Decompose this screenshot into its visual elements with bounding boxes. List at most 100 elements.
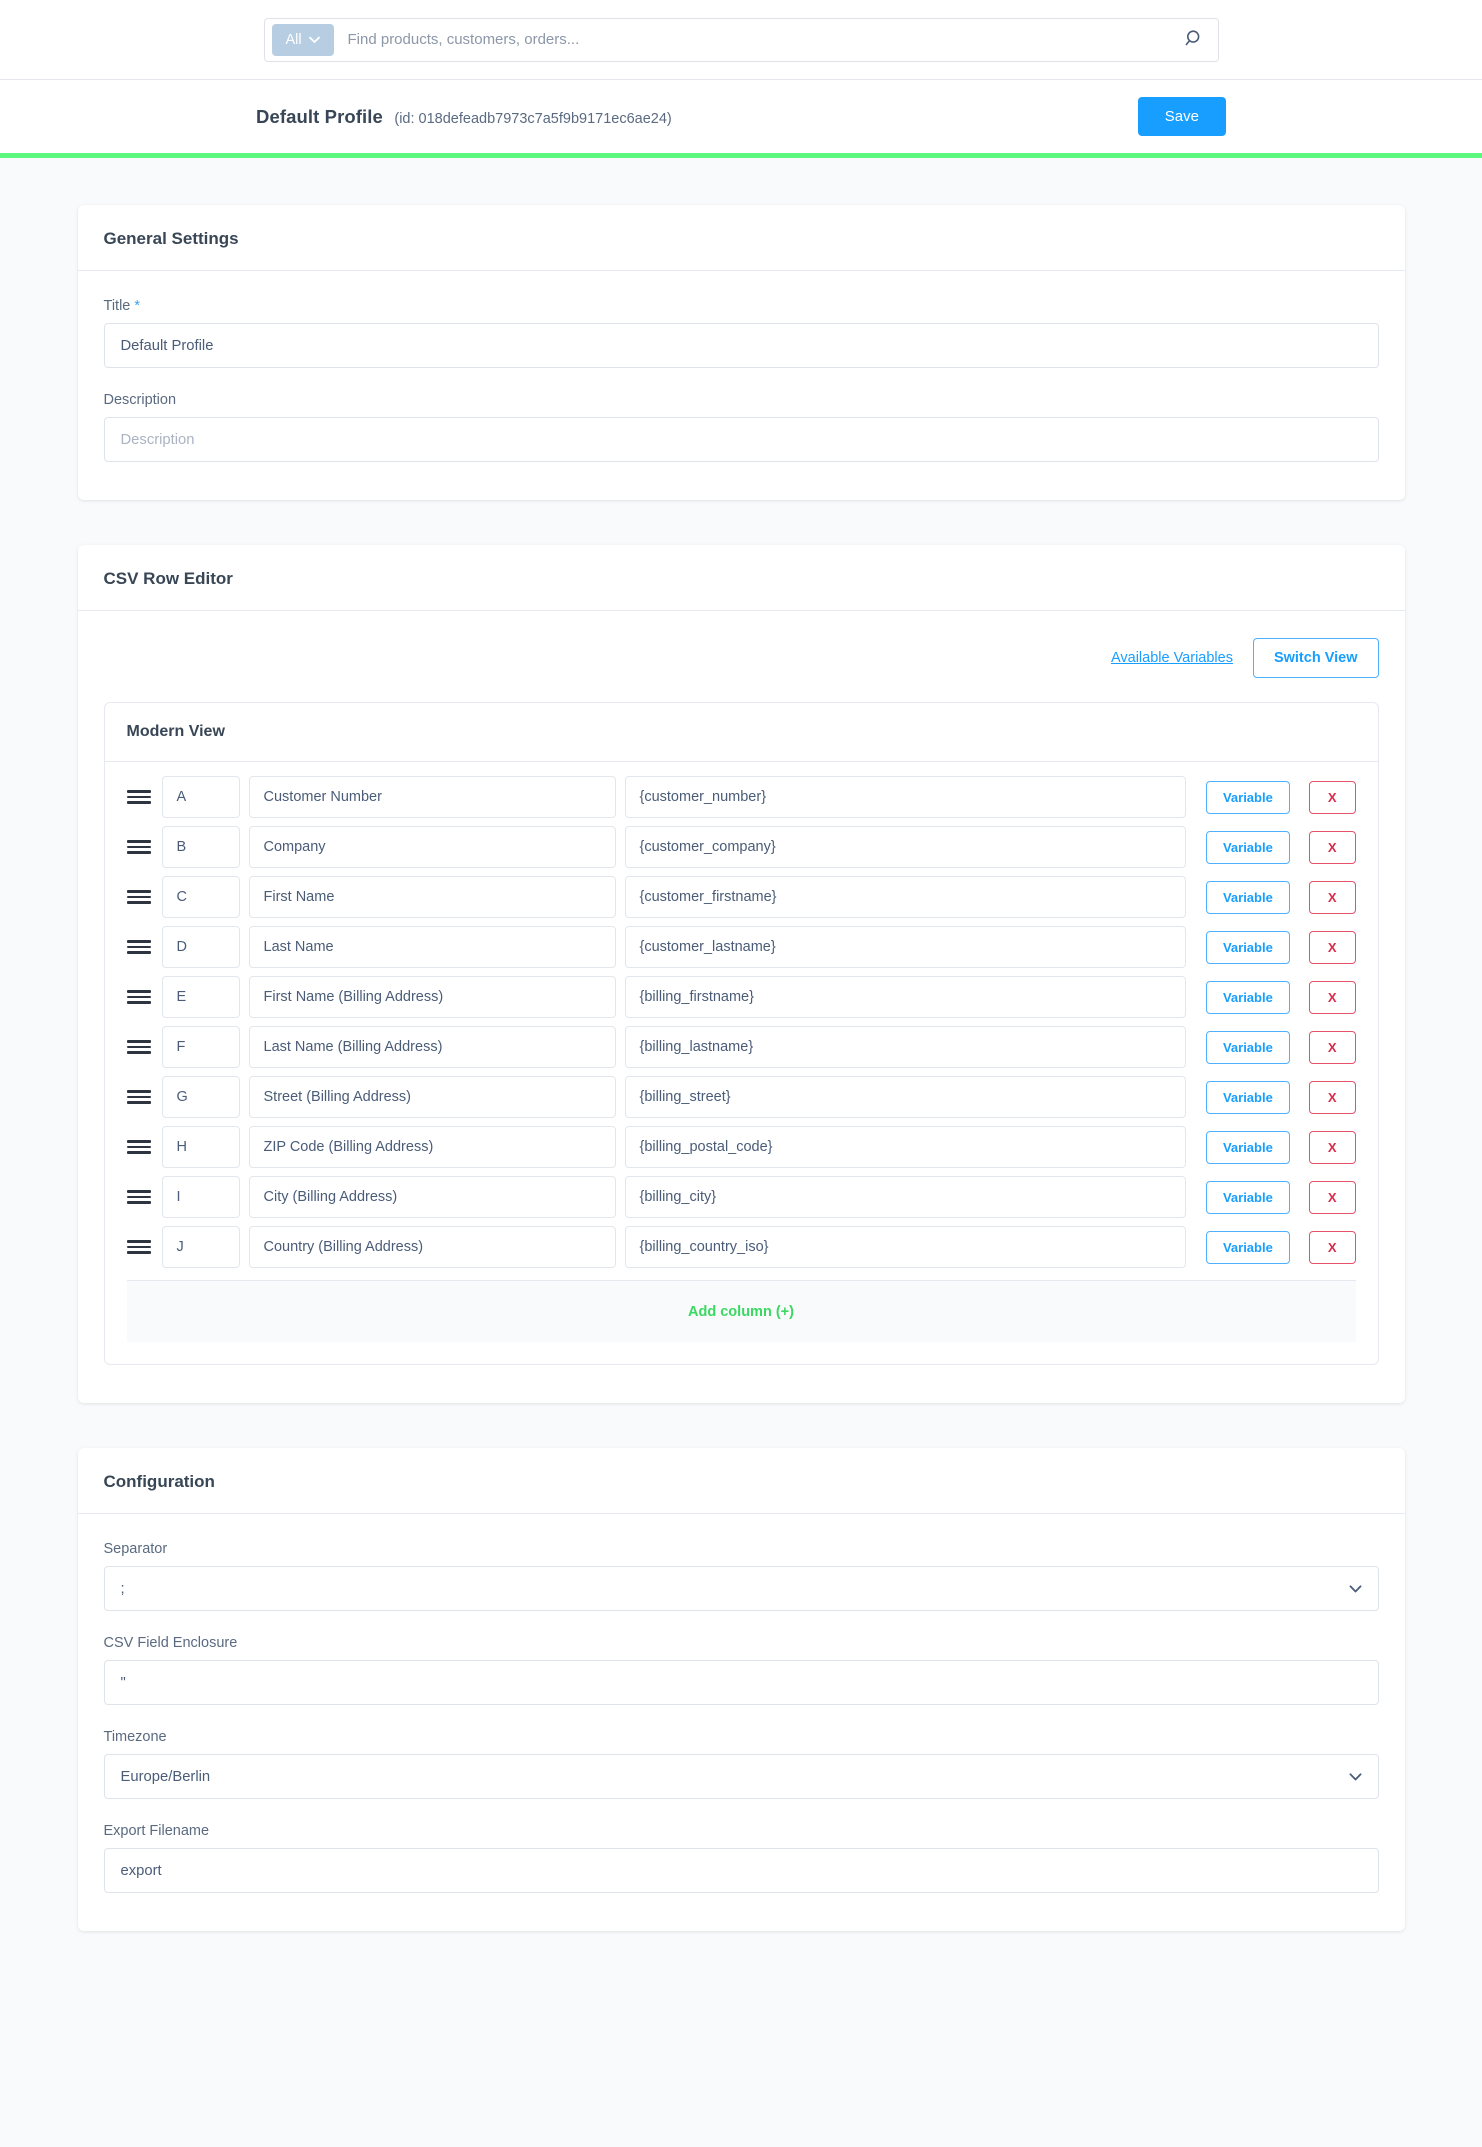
drag-handle-icon[interactable] <box>126 890 153 904</box>
remove-row-button[interactable]: X <box>1308 930 1356 964</box>
csv-column-variable-input[interactable]: {billing_lastname} <box>624 1026 1186 1068</box>
page-title: Default Profile <box>256 105 383 127</box>
variable-button[interactable]: Variable <box>1205 1080 1290 1114</box>
remove-row-button[interactable]: X <box>1308 780 1356 814</box>
csv-column-variable-input[interactable]: {customer_company} <box>624 826 1186 868</box>
remove-row-button[interactable]: X <box>1308 1180 1356 1214</box>
csv-column-variable-input[interactable]: {customer_firstname} <box>624 876 1186 918</box>
remove-row-button[interactable]: X <box>1308 830 1356 864</box>
variable-button[interactable]: Variable <box>1205 830 1290 864</box>
csv-column-variable-input[interactable]: {billing_country_iso} <box>624 1226 1186 1268</box>
drag-handle-icon[interactable] <box>126 940 153 954</box>
enclosure-input[interactable] <box>103 1660 1379 1705</box>
search-scope-label: All <box>285 31 302 48</box>
remove-row-button[interactable]: X <box>1308 1130 1356 1164</box>
drag-handle-icon[interactable] <box>126 840 153 854</box>
csv-row: I City (Billing Address) {billing_city} Var… <box>105 1172 1378 1222</box>
remove-row-button[interactable]: X <box>1308 980 1356 1014</box>
search-scope-select[interactable]: All <box>271 23 334 56</box>
search-submit-button[interactable] <box>1178 23 1212 57</box>
modern-view-header: Modern View <box>104 703 1378 762</box>
csv-column-letter-input[interactable]: I <box>161 1176 240 1218</box>
filename-input[interactable] <box>103 1848 1379 1893</box>
variable-button[interactable]: Variable <box>1205 1230 1290 1264</box>
page-header: Default Profile (id: 018defeadb7973c7a5f… <box>0 80 1482 153</box>
drag-handle-icon[interactable] <box>126 990 153 1004</box>
remove-row-button[interactable]: X <box>1308 1080 1356 1114</box>
title-input[interactable] <box>103 323 1379 368</box>
configuration-body: Separator CSV Field Enclosure Timezone <box>78 1514 1405 1931</box>
separator-label: Separator <box>103 1541 168 1557</box>
csv-column-name-input[interactable]: Last Name <box>248 926 616 968</box>
variable-button[interactable]: Variable <box>1205 1030 1290 1064</box>
csv-column-variable-input[interactable]: {billing_city} <box>624 1176 1186 1218</box>
remove-row-button[interactable]: X <box>1308 1230 1356 1264</box>
description-input[interactable] <box>103 417 1379 462</box>
search-icon <box>1185 29 1204 51</box>
csv-column-letter-input[interactable]: D <box>161 926 240 968</box>
csv-column-letter-input[interactable]: E <box>161 976 240 1018</box>
drag-handle-icon[interactable] <box>126 1090 153 1104</box>
variable-button[interactable]: Variable <box>1205 780 1290 814</box>
csv-row: C First Name {customer_firstname} Variable X <box>105 872 1378 922</box>
csv-row: J Country (Billing Address) {billing_count… <box>105 1222 1378 1272</box>
timezone-select[interactable] <box>103 1754 1379 1799</box>
csv-column-variable-input[interactable]: {customer_lastname} <box>624 926 1186 968</box>
available-variables-link[interactable]: Available Variables <box>1111 650 1233 666</box>
filename-field-group: Export Filename <box>103 1823 1379 1893</box>
variable-button[interactable]: Variable <box>1205 1130 1290 1164</box>
csv-column-name-input[interactable]: ZIP Code (Billing Address) <box>248 1126 616 1168</box>
csv-column-letter-input[interactable]: B <box>161 826 240 868</box>
csv-column-letter-input[interactable]: H <box>161 1126 240 1168</box>
configuration-card: Configuration Separator CSV Field Enclos… <box>77 1448 1405 1931</box>
drag-handle-icon[interactable] <box>126 1240 153 1254</box>
csv-column-variable-input[interactable]: {billing_firstname} <box>624 976 1186 1018</box>
variable-button[interactable]: Variable <box>1205 930 1290 964</box>
csv-column-name-input[interactable]: Country (Billing Address) <box>248 1226 616 1268</box>
save-button[interactable]: Save <box>1137 97 1226 136</box>
csv-column-letter-input[interactable]: A <box>161 776 240 818</box>
drag-handle-icon[interactable] <box>126 1190 153 1204</box>
csv-column-name-input[interactable]: Street (Billing Address) <box>248 1076 616 1118</box>
general-settings-title: General Settings <box>103 229 239 248</box>
csv-row: G Street (Billing Address) {billing_street… <box>105 1072 1378 1122</box>
csv-row: H ZIP Code (Billing Address) {billing_post… <box>105 1122 1378 1172</box>
csv-column-name-input[interactable]: Company <box>248 826 616 868</box>
description-field-group: Description <box>103 392 1379 462</box>
title-field-group: Title * <box>103 298 1379 368</box>
csv-column-variable-input[interactable]: {customer_number} <box>624 776 1186 818</box>
csv-column-variable-input[interactable]: {billing_street} <box>624 1076 1186 1118</box>
csv-column-name-input[interactable]: First Name (Billing Address) <box>248 976 616 1018</box>
description-field-label: Description <box>103 392 177 408</box>
csv-column-variable-input[interactable]: {billing_postal_code} <box>624 1126 1186 1168</box>
csv-row-editor-title: CSV Row Editor <box>103 569 233 588</box>
csv-row: D Last Name {customer_lastname} Variable X <box>105 922 1378 972</box>
variable-button[interactable]: Variable <box>1205 980 1290 1014</box>
remove-row-button[interactable]: X <box>1308 1030 1356 1064</box>
csv-column-letter-input[interactable]: F <box>161 1026 240 1068</box>
switch-view-button[interactable]: Switch View <box>1252 638 1379 678</box>
csv-column-name-input[interactable]: First Name <box>248 876 616 918</box>
progress-bar <box>0 153 1482 158</box>
remove-row-button[interactable]: X <box>1308 880 1356 914</box>
csv-row: A Customer Number {customer_number} Variabl… <box>105 772 1378 822</box>
csv-column-letter-input[interactable]: J <box>161 1226 240 1268</box>
variable-button[interactable]: Variable <box>1205 1180 1290 1214</box>
drag-handle-icon[interactable] <box>126 1040 153 1054</box>
search-input[interactable] <box>333 30 1178 49</box>
title-label-text: Title <box>103 298 131 314</box>
drag-handle-icon[interactable] <box>126 1140 153 1154</box>
general-settings-body: Title * Description <box>78 271 1405 500</box>
variable-button[interactable]: Variable <box>1205 880 1290 914</box>
timezone-label: Timezone <box>103 1729 167 1745</box>
editor-toolbar: Available Variables Switch View <box>104 638 1379 702</box>
csv-column-letter-input[interactable]: G <box>161 1076 240 1118</box>
csv-column-name-input[interactable]: Last Name (Billing Address) <box>248 1026 616 1068</box>
add-column-button[interactable]: Add column (+) <box>126 1280 1356 1342</box>
csv-column-name-input[interactable]: City (Billing Address) <box>248 1176 616 1218</box>
separator-select[interactable] <box>103 1566 1379 1611</box>
csv-column-name-input[interactable]: Customer Number <box>248 776 616 818</box>
csv-column-letter-input[interactable]: C <box>161 876 240 918</box>
csv-row: B Company {customer_company} Variable X <box>105 822 1378 872</box>
drag-handle-icon[interactable] <box>126 790 153 804</box>
